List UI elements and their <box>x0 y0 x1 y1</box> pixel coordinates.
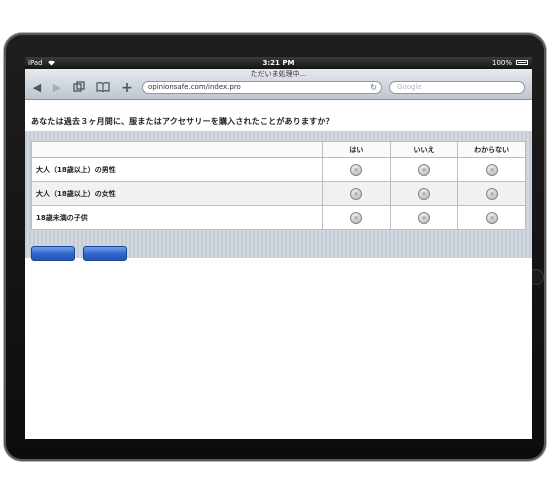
radio-button[interactable] <box>350 187 363 200</box>
column-header: わからない <box>457 141 526 158</box>
status-time: 3:21 PM <box>262 59 295 67</box>
radio-button[interactable] <box>418 211 431 224</box>
next-button[interactable] <box>83 246 127 261</box>
browser-toolbar: ただいま処理中... ◀ ▶ + opinionsafe.com/index.p… <box>25 69 532 100</box>
radio-button[interactable] <box>485 187 498 200</box>
ipad-frame: iPad 3:21 PM 100% ただいま処理中... ◀ ▶ + opini… <box>4 33 546 461</box>
url-field[interactable]: opinionsafe.com/index.pro ↻ <box>142 81 382 94</box>
screen: iPad 3:21 PM 100% ただいま処理中... ◀ ▶ + opini… <box>25 57 532 439</box>
table-row: 大人（18歳以上）の男性 <box>30 157 526 182</box>
column-header: いいえ <box>389 141 459 158</box>
survey-panel: はい いいえ わからない 大人（18歳以上）の男性 大人（18歳以上）の女性 1… <box>25 131 532 261</box>
reload-icon[interactable]: ↻ <box>370 82 377 93</box>
back-icon[interactable]: ◀ <box>29 81 45 95</box>
search-input[interactable]: Google <box>389 81 525 94</box>
battery-label: 100% <box>491 59 512 67</box>
url-text: opinionsafe.com/index.pro <box>148 83 241 91</box>
table-row: 18歳未満の子供 <box>30 205 526 230</box>
survey-table: はい いいえ わからない 大人（18歳以上）の男性 大人（18歳以上）の女性 1… <box>30 141 526 230</box>
forward-icon[interactable]: ▶ <box>49 81 65 95</box>
radio-button[interactable] <box>350 211 363 224</box>
row-label: 18歳未満の子供 <box>30 205 324 230</box>
add-icon[interactable]: + <box>119 81 135 95</box>
column-header-empty <box>30 141 324 158</box>
page-content: あなたは過去３ヶ月間に、服またはアクセサリーを購入されたことがありますか？ はい… <box>25 100 532 439</box>
page-title: ただいま処理中... <box>250 70 307 78</box>
table-row: 大人（18歳以上）の女性 <box>30 181 526 206</box>
back-button[interactable] <box>31 246 75 261</box>
radio-button[interactable] <box>485 163 498 176</box>
radio-button[interactable] <box>418 187 431 200</box>
radio-button[interactable] <box>350 163 363 176</box>
battery-icon <box>516 60 528 65</box>
bookmarks-icon[interactable] <box>95 81 111 95</box>
radio-button[interactable] <box>485 211 498 224</box>
column-header: はい <box>322 141 391 158</box>
radio-button[interactable] <box>418 163 431 176</box>
status-bar: iPad 3:21 PM 100% <box>25 57 532 69</box>
tabs-icon[interactable] <box>71 81 87 95</box>
row-label: 大人（18歳以上）の男性 <box>30 157 324 182</box>
table-header-row: はい いいえ わからない <box>30 141 526 158</box>
survey-question: あなたは過去３ヶ月間に、服またはアクセサリーを購入されたことがありますか？ <box>31 117 334 126</box>
row-label: 大人（18歳以上）の女性 <box>30 181 324 206</box>
